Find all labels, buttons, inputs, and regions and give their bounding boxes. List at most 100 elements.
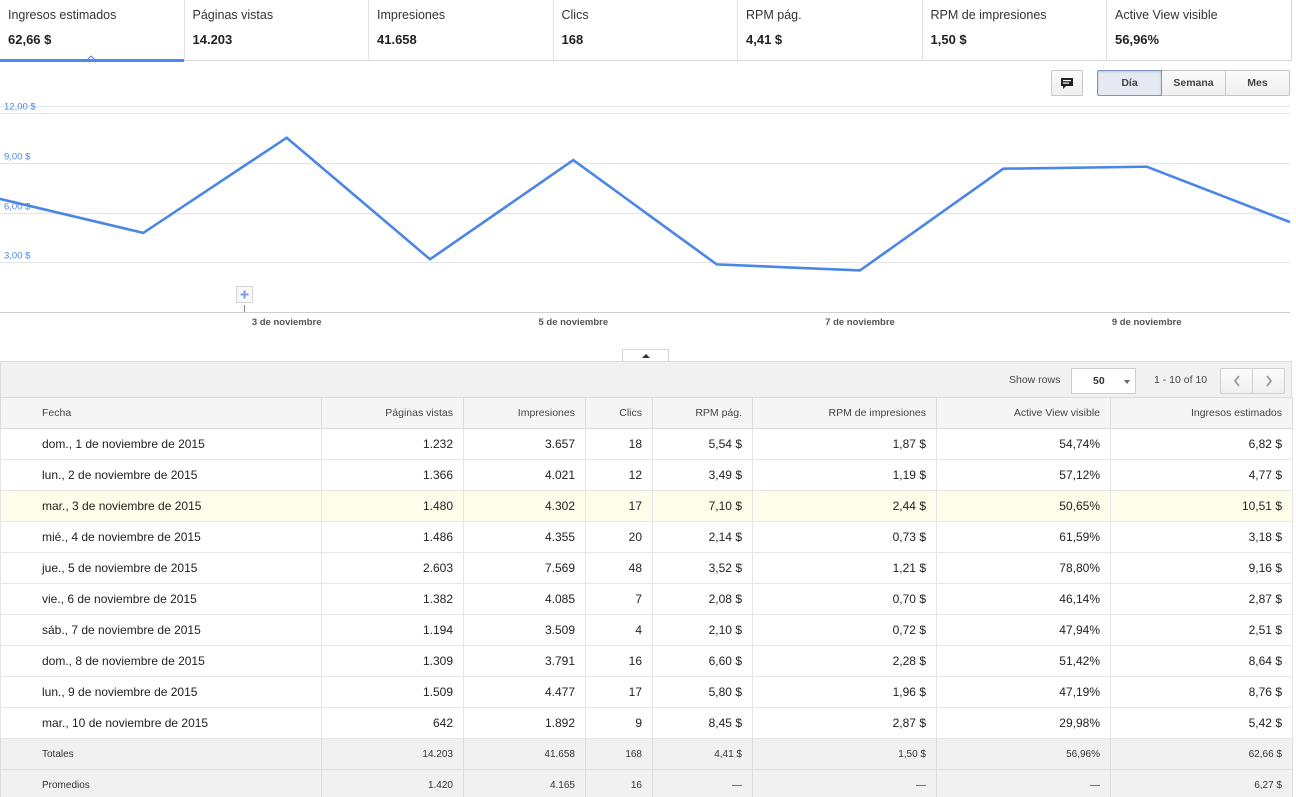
column-header-paginas-vistas[interactable]: Páginas vistas (321, 397, 464, 429)
x-tick-label: 5 de noviembre (538, 317, 608, 328)
table-cell: 9 (585, 707, 653, 739)
table-row[interactable]: mié., 4 de noviembre de 2015 1.486 4.355 20… (0, 521, 1293, 553)
previous-page-button[interactable] (1220, 368, 1253, 394)
table-cell: 1.309 (321, 645, 464, 677)
table-cell: 18 (585, 428, 653, 460)
table-cell: mar., 3 de noviembre de 2015 (0, 490, 322, 522)
table-cell: 8,64 $ (1110, 645, 1293, 677)
table-row[interactable]: vie., 6 de noviembre de 2015 1.382 4.085 7 2… (0, 583, 1293, 615)
metric-tab-active-view[interactable]: Active View visible 56,96% (1107, 0, 1292, 61)
x-tick-label: 3 de noviembre (252, 317, 322, 328)
range-week-button[interactable]: Semana (1161, 70, 1226, 96)
summary-cell: 6,27 $ (1110, 769, 1293, 797)
table-cell: 1,21 $ (752, 552, 937, 584)
table-row[interactable]: lun., 9 de noviembre de 2015 1.509 4.477 17… (0, 676, 1293, 708)
metric-tab-rpm-pag[interactable]: RPM pág. 4,41 $ (738, 0, 923, 61)
column-header-active-view-visible[interactable]: Active View visible (936, 397, 1111, 429)
table-cell: mié., 4 de noviembre de 2015 (0, 521, 322, 553)
y-tick-label: 3,00 $ (4, 251, 31, 262)
table-cell: 4.021 (463, 459, 586, 491)
summary-cell: Promedios (0, 769, 322, 797)
table-cell: 3,18 $ (1110, 521, 1293, 553)
table-cell: 54,74% (936, 428, 1111, 460)
table-cell: 1.480 (321, 490, 464, 522)
table-cell: 10,51 $ (1110, 490, 1293, 522)
table-cell: dom., 8 de noviembre de 2015 (0, 645, 322, 677)
table-toolbar: Show rows 50 1 - 10 of 10 (0, 361, 1292, 398)
table-row[interactable]: sáb., 7 de noviembre de 2015 1.194 3.509 4 2… (0, 614, 1293, 646)
range-day-button[interactable]: Día (1097, 70, 1162, 96)
table-cell: 642 (321, 707, 464, 739)
table-row[interactable]: dom., 1 de noviembre de 2015 1.232 3.657 18… (0, 428, 1293, 460)
table-cell: 1.232 (321, 428, 464, 460)
column-header-impresiones[interactable]: Impresiones (463, 397, 586, 429)
table-cell: 4,77 $ (1110, 459, 1293, 491)
table-cell: 2,44 $ (752, 490, 937, 522)
table-cell: 1.892 (463, 707, 586, 739)
table-cell: 1,19 $ (752, 459, 937, 491)
metric-tab-clics[interactable]: Clics 168 (554, 0, 738, 61)
table-cell: 5,54 $ (652, 428, 753, 460)
table-cell: 51,42% (936, 645, 1111, 677)
table-row[interactable]: mar., 10 de noviembre de 2015 642 1.892 9 8,… (0, 707, 1293, 739)
pagination-info: 1 - 10 of 10 (1154, 374, 1208, 386)
metric-label: Clics (561, 8, 589, 22)
metric-value: 4,41 $ (746, 32, 783, 47)
table-cell: 4.302 (463, 490, 586, 522)
table-cell: lun., 2 de noviembre de 2015 (0, 459, 322, 491)
table-cell: 3.657 (463, 428, 586, 460)
table-cell: 47,19% (936, 676, 1111, 708)
table-cell: 1.382 (321, 583, 464, 615)
metric-value: 168 (561, 32, 584, 47)
metric-label: RPM de impresiones (930, 8, 1047, 22)
rows-per-page-select[interactable]: 50 (1071, 368, 1136, 394)
metric-tab-impresiones[interactable]: Impresiones 41.658 (369, 0, 554, 61)
column-header-rpm-pag[interactable]: RPM pág. (652, 397, 753, 429)
table-cell: 61,59% (936, 521, 1111, 553)
table-cell: 3,49 $ (652, 459, 753, 491)
metric-tab-ingresos[interactable]: Ingresos estimados 62,66 $ (0, 0, 185, 62)
table-cell: 6,82 $ (1110, 428, 1293, 460)
column-header-rpm-de-impresiones[interactable]: RPM de impresiones (752, 397, 937, 429)
range-month-button[interactable]: Mes (1225, 70, 1290, 96)
table-cell: 5,42 $ (1110, 707, 1293, 739)
metric-tab-rpm-impresiones[interactable]: RPM de impresiones 1,50 $ (923, 0, 1107, 61)
x-tick-label: 9 de noviembre (1112, 317, 1182, 328)
averages-row: Promedios 1.420 4.165 16— — —6,27 $ (0, 769, 1293, 797)
table-cell: sáb., 7 de noviembre de 2015 (0, 614, 322, 646)
table-cell: 8,45 $ (652, 707, 753, 739)
y-tick-label: 9,00 $ (4, 152, 31, 163)
table-cell: 1.194 (321, 614, 464, 646)
table-cell: 7.569 (463, 552, 586, 584)
metric-tab-paginas-vistas[interactable]: Páginas vistas 14.203 (185, 0, 369, 61)
chevron-right-icon (1265, 375, 1272, 387)
summary-cell: 56,96% (936, 738, 1111, 770)
table-row[interactable]: jue., 5 de noviembre de 2015 2.603 7.569 48… (0, 552, 1293, 584)
table-cell: 17 (585, 676, 653, 708)
annotations-button[interactable] (1051, 70, 1083, 96)
summary-cell: 4.165 (463, 769, 586, 797)
table-cell: 3.509 (463, 614, 586, 646)
table-cell: 0,70 $ (752, 583, 937, 615)
table-cell: 46,14% (936, 583, 1111, 615)
table-row[interactable]: dom., 8 de noviembre de 2015 1.309 3.791 16… (0, 645, 1293, 677)
plus-icon[interactable] (236, 286, 253, 313)
column-header-clics[interactable]: Clics (585, 397, 653, 429)
table-cell: 12 (585, 459, 653, 491)
table-cell: 4 (585, 614, 653, 646)
metric-label: RPM pág. (746, 8, 802, 22)
earnings-line-chart: 3,00 $6,00 $9,00 $12,00 $3 de noviembre 5… (0, 102, 1291, 328)
table-row[interactable]: mar., 3 de noviembre de 2015 1.480 4.302 17… (0, 490, 1293, 522)
table-cell: 7 (585, 583, 653, 615)
column-header-fecha[interactable]: Fecha (0, 397, 322, 429)
table-cell: mar., 10 de noviembre de 2015 (0, 707, 322, 739)
column-header-ingresos-estimados[interactable]: Ingresos estimados (1110, 397, 1293, 429)
summary-cell: 14.203 (321, 738, 464, 770)
table-cell: 2,87 $ (752, 707, 937, 739)
table-cell: 2,08 $ (652, 583, 753, 615)
summary-cell: — (936, 769, 1111, 797)
next-page-button[interactable] (1252, 368, 1285, 394)
table-cell: 17 (585, 490, 653, 522)
summary-cell: 16 (585, 769, 653, 797)
table-row[interactable]: lun., 2 de noviembre de 2015 1.366 4.021 12… (0, 459, 1293, 491)
